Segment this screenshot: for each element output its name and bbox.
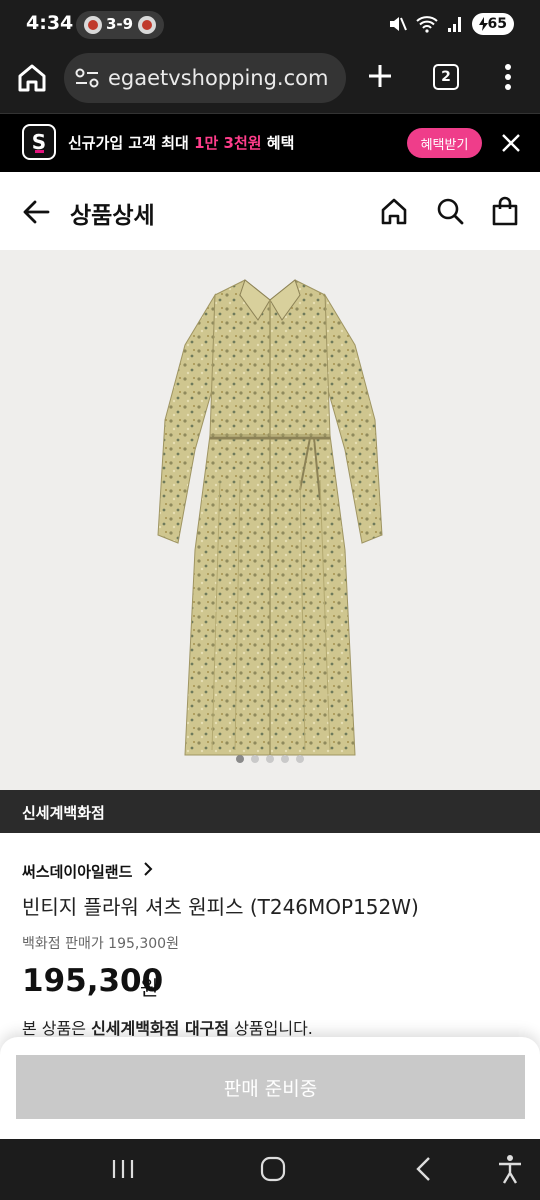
battery-level: 65 <box>487 16 507 32</box>
get-benefit-button[interactable]: 혜택받기 <box>407 128 482 158</box>
pagination-dot[interactable] <box>251 755 259 763</box>
price-unit: 원 <box>140 976 159 1000</box>
close-icon[interactable] <box>500 132 522 154</box>
browser-toolbar: egaetvshopping.com 2 <box>0 48 540 114</box>
site-settings-icon[interactable] <box>74 66 100 90</box>
page-title: 상품상세 <box>70 203 155 229</box>
tab-switcher-button[interactable]: 2 <box>433 64 459 90</box>
back-arrow-icon[interactable] <box>22 198 50 226</box>
status-icons: 65 <box>387 11 514 37</box>
new-tab-icon[interactable] <box>366 62 394 90</box>
score-notification[interactable]: 3-9 <box>76 11 164 39</box>
product-image[interactable] <box>0 250 540 790</box>
battery-indicator: 65 <box>471 13 514 35</box>
charging-icon <box>478 17 488 31</box>
image-pagination <box>0 755 540 765</box>
promo-highlight: 1만 3천원 <box>194 134 262 152</box>
address-bar[interactable]: egaetvshopping.com <box>64 53 346 103</box>
mute-icon <box>389 17 407 31</box>
page-header: 상품상세 <box>0 172 540 250</box>
store-name: 신세계백화점 <box>22 804 105 822</box>
home-icon[interactable] <box>16 62 48 94</box>
accessibility-icon[interactable] <box>497 1154 523 1184</box>
pagination-dot[interactable] <box>236 755 244 763</box>
back-icon[interactable] <box>414 1156 434 1182</box>
sale-preparing-button[interactable]: 판매 준비중 <box>16 1055 525 1119</box>
brand-link[interactable]: 써스데이아일랜드 <box>22 861 132 882</box>
recents-icon[interactable] <box>110 1158 136 1180</box>
store-notice: 본 상품은 신세계백화점 대구점 상품입니다. <box>22 1019 313 1038</box>
wifi-icon <box>415 16 438 33</box>
status-time: 4:34 <box>26 12 74 34</box>
url-text: egaetvshopping.com <box>108 66 329 90</box>
product-name: 빈티지 플라워 셔츠 원피스 (T246MOP152W) <box>22 895 419 919</box>
cart-icon[interactable] <box>491 196 519 226</box>
home-icon[interactable] <box>380 197 408 225</box>
tab-count: 2 <box>441 69 451 85</box>
pagination-dot[interactable] <box>266 755 274 763</box>
pagination-dot[interactable] <box>281 755 289 763</box>
score-text: 3-9 <box>106 15 134 33</box>
pagination-dot[interactable] <box>296 755 304 763</box>
promo-text: 신규가입 고객 최대 1만 3천원 혜택 <box>68 134 295 152</box>
department-store-price: 백화점 판매가 195,300원 <box>22 936 179 952</box>
search-icon[interactable] <box>436 197 464 225</box>
signal-icon <box>447 17 461 32</box>
product-info: 써스데이아일랜드 빈티지 플라워 셔츠 원피스 (T246MOP152W) 백화… <box>0 833 540 1043</box>
purchase-bar: 판매 준비중 <box>0 1037 540 1139</box>
promo-banner: S 신규가입 고객 최대 1만 3천원 혜택 혜택받기 <box>0 114 540 172</box>
system-nav-bar <box>0 1139 540 1200</box>
dress-illustration <box>157 279 383 756</box>
team-logo-icon <box>84 16 102 34</box>
home-icon[interactable] <box>260 1156 286 1182</box>
team-logo-icon <box>138 16 156 34</box>
ssg-logo: S <box>22 124 56 160</box>
store-bar[interactable]: 신세계백화점 <box>0 790 540 833</box>
status-bar: 4:34 3-9 65 <box>0 0 540 48</box>
more-menu-icon[interactable] <box>498 62 518 92</box>
chevron-right-icon[interactable] <box>140 860 156 878</box>
